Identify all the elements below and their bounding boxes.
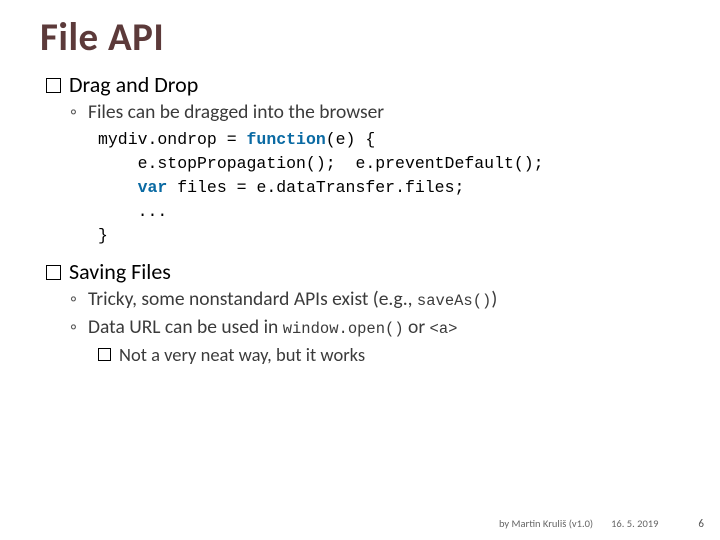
bullet-box-icon — [46, 265, 61, 280]
bullet-box-icon — [98, 348, 111, 361]
chevron-icon: ◦ — [70, 287, 82, 311]
bullet-text-b: or — [404, 315, 430, 339]
code-line-4: ... — [98, 202, 167, 221]
footer: by Martin Kruliš (v1.0) 16. 5. 2019 6 — [499, 517, 704, 530]
code-keyword-function: function — [247, 130, 326, 149]
sub-bullet-text: Not a very neat way, but it works — [119, 343, 365, 366]
section-saving-files: Saving Files — [46, 258, 686, 285]
footer-date: 16. 5. 2019 — [611, 517, 658, 530]
code-line-5: } — [98, 226, 108, 245]
page-number: 6 — [698, 517, 704, 530]
bullet-box-icon — [46, 78, 61, 93]
code-keyword-var: var — [138, 178, 168, 197]
section-drag-and-drop: Drag and Drop — [46, 71, 686, 98]
bullet-text-b: ) — [491, 287, 497, 311]
heading-text: Saving Files — [69, 258, 171, 285]
bullet-data-url: ◦Data URL can be used in window.open() o… — [70, 315, 686, 339]
bullet-text: Files can be dragged into the browser — [88, 100, 384, 124]
bullet-tricky-saveas: ◦Tricky, some nonstandard APIs exist (e.… — [70, 287, 686, 311]
code-line-3b: files = e.dataTransfer.files; — [167, 178, 464, 197]
heading-text: Drag and Drop — [69, 71, 198, 98]
code-line-1a: mydiv.ondrop = — [98, 130, 247, 149]
page-title: File API — [40, 14, 686, 61]
footer-author: by Martin Kruliš (v1.0) — [499, 517, 593, 530]
slide: File API Drag and Drop ◦Files can be dra… — [0, 0, 720, 540]
bullet-text-a: Data URL can be used in — [88, 315, 283, 339]
code-line-2: e.stopPropagation(); e.preventDefault(); — [98, 154, 544, 173]
code-block-ondrop: mydiv.ondrop = function(e) { e.stopPropa… — [98, 128, 686, 248]
sub-bullet-not-neat: Not a very neat way, but it works — [98, 343, 686, 366]
bullet-text-a: Tricky, some nonstandard APIs exist (e.g… — [88, 287, 417, 311]
chevron-icon: ◦ — [70, 315, 82, 339]
code-line-1b: (e) { — [326, 130, 376, 149]
inline-code-saveas: saveAs() — [417, 292, 491, 310]
chevron-icon: ◦ — [70, 100, 82, 124]
inline-code-windowopen: window.open() — [283, 320, 404, 338]
bullet-files-dragged: ◦Files can be dragged into the browser — [70, 100, 686, 124]
code-line-3a — [98, 178, 138, 197]
inline-code-anchor: <a> — [430, 320, 458, 338]
